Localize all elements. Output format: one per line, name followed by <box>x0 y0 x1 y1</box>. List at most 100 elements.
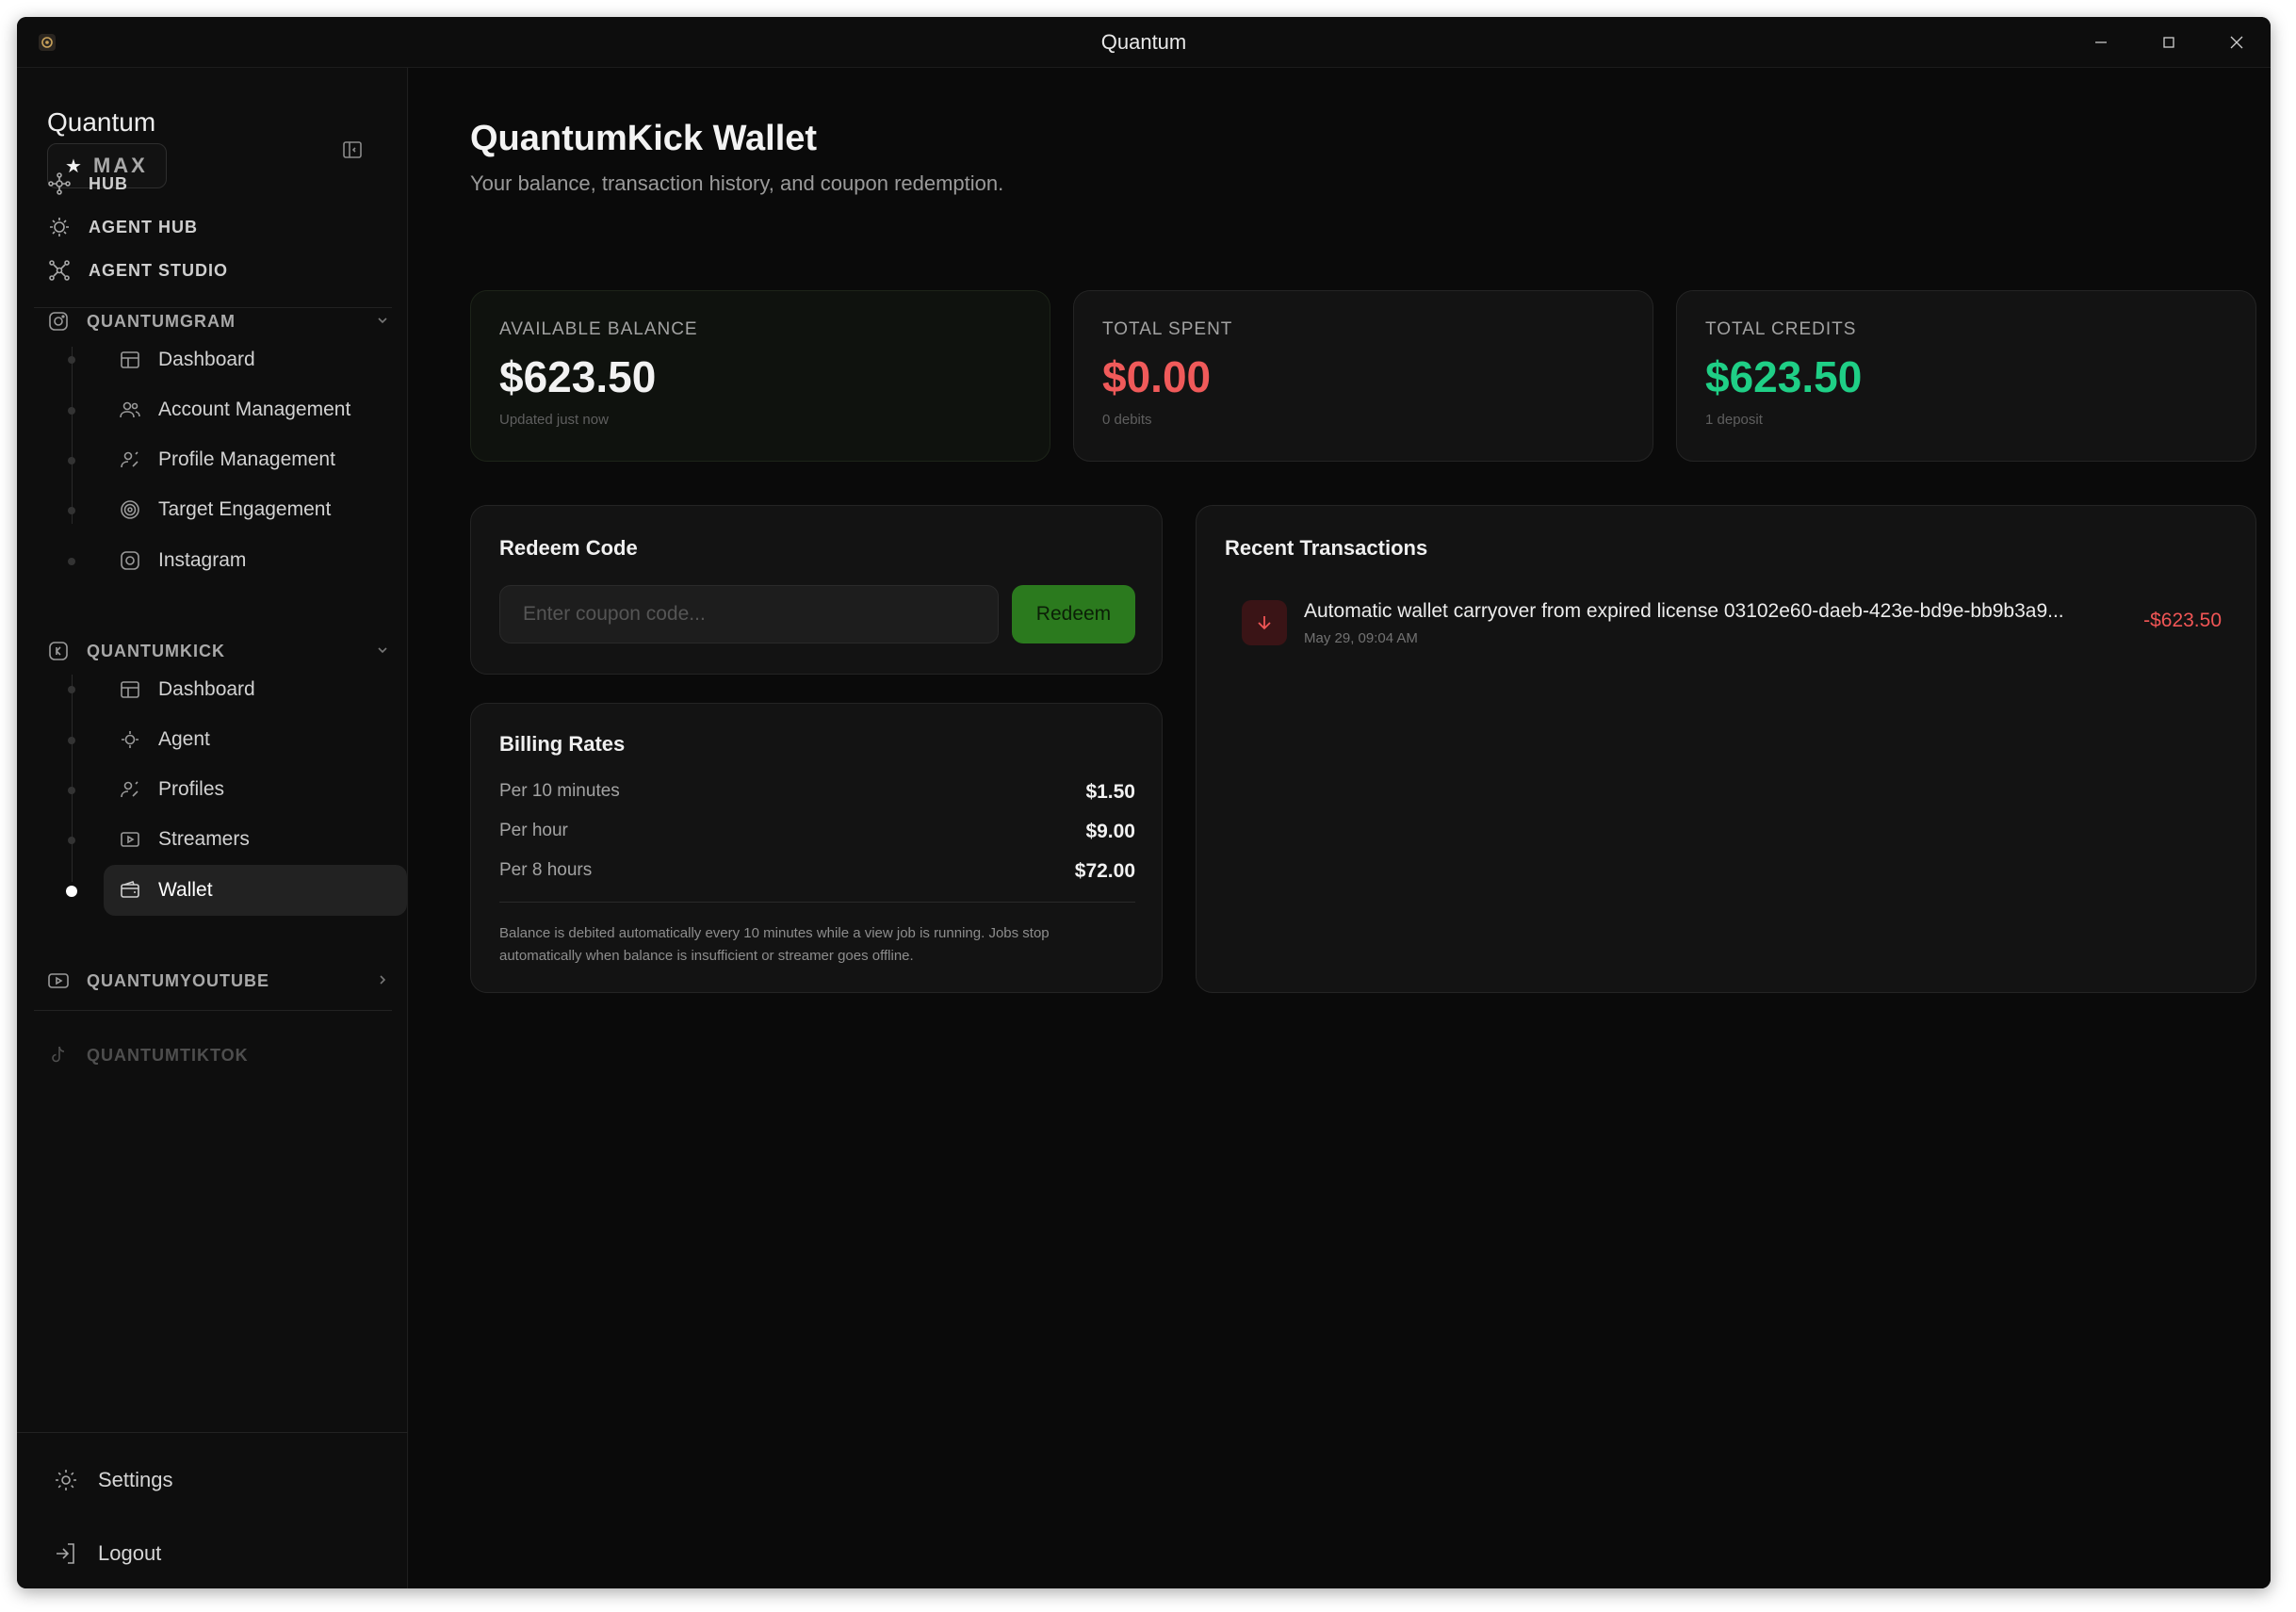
tree-dot <box>68 686 75 693</box>
close-button[interactable] <box>2203 17 2271 68</box>
stat-note: 1 deposit <box>1705 412 1763 428</box>
sidebar-item-account-management[interactable]: Account Management <box>104 384 407 435</box>
tiktok-icon <box>52 1046 65 1063</box>
rate-row: Per 10 minutes $1.50 <box>499 781 1135 804</box>
sidebar-item-label: Profiles <box>158 778 225 800</box>
sidebar-item-instagram[interactable]: Instagram <box>104 535 407 586</box>
settings-button[interactable]: Settings <box>53 1467 173 1493</box>
chevron-down-icon <box>378 647 387 654</box>
nav-agent-hub-label: AGENT HUB <box>89 217 198 236</box>
logout-icon <box>57 1543 74 1564</box>
recent-transactions-card: Recent Transactions Automatic wallet car… <box>1196 505 2256 993</box>
instagram-icon <box>121 551 139 570</box>
billing-note: Balance is debited automatically every 1… <box>499 925 1050 964</box>
billing-rates-card: Billing Rates Per 10 minutes $1.50 Per h… <box>470 703 1163 993</box>
stat-value: $623.50 <box>1705 352 1863 401</box>
tree-dot <box>68 356 75 364</box>
stat-note: Updated just now <box>499 412 609 428</box>
nav-hub-label: HUB <box>89 173 128 193</box>
stat-note: 0 debits <box>1102 412 1152 428</box>
user-edit-icon <box>121 451 138 468</box>
sidebar-item-label: Instagram <box>158 549 247 571</box>
nav-hub[interactable]: HUB <box>47 171 128 196</box>
sidebar-item-qk-dashboard[interactable]: Dashboard <box>104 664 407 715</box>
rate-value: $72.00 <box>1074 860 1135 882</box>
transaction-description: Automatic wallet carryover from expired … <box>1304 600 2064 622</box>
tree-dot <box>68 558 75 565</box>
sidebar-item-label: Dashboard <box>158 678 255 700</box>
rate-label: Per hour <box>499 821 568 840</box>
redeem-card: Redeem Code Redeem <box>470 505 1163 675</box>
redeem-button[interactable]: Redeem <box>1012 585 1135 643</box>
maximize-button[interactable] <box>2135 17 2203 68</box>
tree-dot <box>68 457 75 464</box>
rate-row: Per 8 hours $72.00 <box>499 860 1135 883</box>
section-quantumkick[interactable]: QUANTUMKICK <box>47 637 392 665</box>
chevron-right-icon <box>380 975 386 985</box>
section-quantumkick-label: QUANTUMKICK <box>87 641 225 660</box>
stat-label: TOTAL SPENT <box>1102 319 1233 339</box>
debit-arrow-icon <box>1242 600 1287 645</box>
minimize-icon <box>2095 41 2107 43</box>
rate-divider <box>499 902 1135 903</box>
section-quantumtiktok[interactable]: QUANTUMTIKTOK <box>47 1041 392 1069</box>
chevron-down-icon <box>378 318 387 324</box>
section-quantumtiktok-label: QUANTUMTIKTOK <box>87 1045 249 1065</box>
sidebar-item-label: Wallet <box>158 879 213 901</box>
logout-label: Logout <box>98 1541 162 1565</box>
nav-agent-studio-label: AGENT STUDIO <box>89 260 229 280</box>
stat-card-total-credits: TOTAL CREDITS $623.50 1 deposit <box>1676 290 2256 462</box>
sidebar-item-label: Agent <box>158 728 210 750</box>
stat-label: AVAILABLE BALANCE <box>499 319 698 339</box>
sidebar-item-wallet[interactable]: Wallet <box>104 865 407 916</box>
hub-icon <box>48 172 71 195</box>
sidebar-collapse-button[interactable] <box>336 134 368 166</box>
page-title: QuantumKick Wallet <box>470 119 818 158</box>
coupon-input[interactable] <box>499 585 999 643</box>
tree-dot <box>68 787 75 794</box>
instagram-icon <box>49 312 68 331</box>
tree-dot <box>68 407 75 415</box>
gear-icon <box>56 1470 76 1490</box>
maximize-icon <box>2163 37 2174 48</box>
sidebar: Quantum ★ MAX HUB AGENT HUB AGENT STUDIO… <box>17 68 408 1588</box>
billing-title: Billing Rates <box>499 732 626 756</box>
transaction-date: May 29, 09:04 AM <box>1304 630 1418 646</box>
sidebar-item-profiles[interactable]: Profiles <box>104 764 407 815</box>
rate-row: Per hour $9.00 <box>499 821 1135 843</box>
active-indicator <box>66 886 77 897</box>
user-edit-icon <box>121 781 138 798</box>
rate-label: Per 10 minutes <box>499 781 620 801</box>
sidebar-item-streamers[interactable]: Streamers <box>104 814 407 865</box>
sidebar-item-agent[interactable]: Agent <box>104 714 407 765</box>
stat-label: TOTAL CREDITS <box>1705 319 1857 339</box>
nav-agent-hub[interactable]: AGENT HUB <box>47 215 198 239</box>
app-window: Quantum Quantum ★ MAX HUB AGENT HUB AGEN… <box>17 17 2271 1588</box>
stat-card-total-spent: TOTAL SPENT $0.00 0 debits <box>1073 290 1653 462</box>
section-quantumyoutube[interactable]: QUANTUMYOUTUBE <box>47 967 392 995</box>
section-quantumyoutube-label: QUANTUMYOUTUBE <box>87 970 269 990</box>
network-icon <box>49 260 70 281</box>
main-content: QuantumKick Wallet Your balance, transac… <box>409 68 2271 1588</box>
transaction-row[interactable]: Automatic wallet carryover from expired … <box>1242 600 2222 647</box>
redeem-title: Redeem Code <box>499 536 638 560</box>
stat-card-available-balance: AVAILABLE BALANCE $623.50 Updated just n… <box>470 290 1050 462</box>
sidebar-toggle-icon <box>343 141 362 158</box>
stat-value: $0.00 <box>1102 352 1212 401</box>
nav-agent-studio[interactable]: AGENT STUDIO <box>47 258 228 283</box>
sidebar-item-label: Streamers <box>158 828 250 850</box>
users-icon <box>120 401 140 418</box>
transactions-title: Recent Transactions <box>1225 536 1428 560</box>
agent-icon <box>122 731 138 748</box>
section-quantumgram[interactable]: QUANTUMGRAM <box>47 307 392 335</box>
video-icon <box>121 832 139 847</box>
sidebar-item-target-engagement[interactable]: Target Engagement <box>104 484 407 535</box>
section-quantumgram-label: QUANTUMGRAM <box>87 311 236 331</box>
dashboard-icon <box>121 681 139 698</box>
transaction-amount: -$623.50 <box>2143 610 2222 631</box>
sidebar-item-qg-dashboard[interactable]: Dashboard <box>104 334 407 385</box>
sidebar-item-profile-management[interactable]: Profile Management <box>104 434 407 485</box>
logout-button[interactable]: Logout <box>53 1540 161 1567</box>
title-bar: Quantum <box>17 17 2271 68</box>
minimize-button[interactable] <box>2067 17 2135 68</box>
